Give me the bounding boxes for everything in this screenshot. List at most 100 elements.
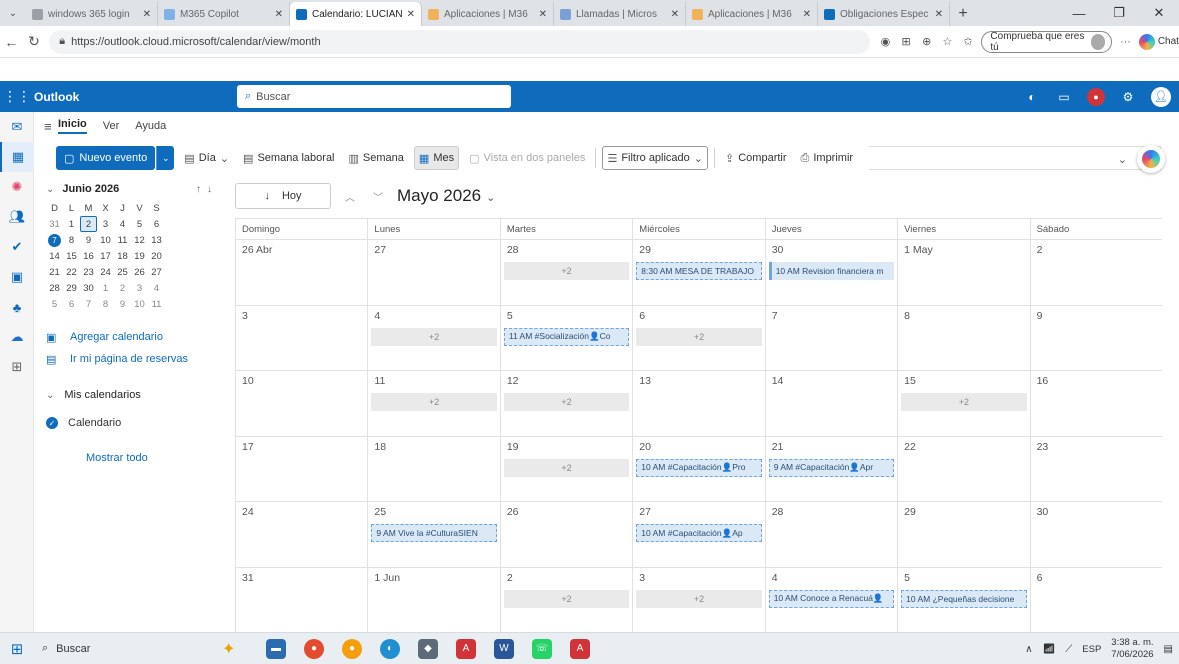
mini-day[interactable]: 17: [97, 248, 114, 264]
mini-day[interactable]: 7: [48, 233, 61, 247]
clock[interactable]: 3:38 a. m. 7/06/2026: [1111, 637, 1153, 661]
day-cell[interactable]: 27 10 AM #Capacitación👤Ap: [632, 502, 765, 568]
collapse-chevron-icon[interactable]: ⌄: [46, 184, 54, 195]
day-cell[interactable]: 11 +2: [367, 371, 500, 437]
day-cell[interactable]: 19 +2: [499, 436, 633, 502]
mini-day[interactable]: 18: [114, 248, 131, 264]
calendar-event[interactable]: 10 AM ¿Pequeñas decisione: [901, 589, 1027, 608]
more-events-button[interactable]: +2: [901, 393, 1027, 411]
more-events-button[interactable]: +2: [503, 262, 630, 280]
calendar-app-icon[interactable]: ▦: [0, 142, 34, 172]
calendar-list-item[interactable]: ✓ Calendario: [46, 412, 218, 434]
day-cell[interactable]: 18: [367, 436, 500, 502]
mini-day[interactable]: 6: [148, 216, 165, 232]
calendar-event[interactable]: 10 AM Conoce a Renacuá👤: [768, 589, 895, 608]
todo-check-icon[interactable]: ✔: [0, 232, 34, 262]
profile-button[interactable]: Comprueba que eres tú: [981, 30, 1113, 53]
mini-day[interactable]: 29: [63, 280, 80, 296]
more-apps-icon[interactable]: ⊞: [0, 352, 34, 382]
windows-start-icon[interactable]: ⊞: [0, 633, 34, 664]
mini-day[interactable]: 7: [80, 296, 97, 312]
mini-day[interactable]: 13: [148, 232, 165, 248]
search-input[interactable]: ⌕ Buscar: [237, 85, 511, 108]
day-cell[interactable]: 16: [1029, 371, 1162, 437]
mini-day[interactable]: 24: [97, 264, 114, 280]
day-cell[interactable]: 30: [1029, 502, 1162, 568]
day-cell[interactable]: 12 +2: [499, 371, 633, 437]
app-available-icon[interactable]: ⊞: [899, 34, 914, 50]
reading-view-icon[interactable]: ◉: [878, 34, 893, 50]
month-title[interactable]: Mayo 2026 ⌄: [397, 186, 495, 206]
mini-day[interactable]: 11: [114, 232, 131, 248]
tab-close-icon[interactable]: ✕: [671, 9, 679, 20]
day-cell[interactable]: 22: [897, 436, 1030, 502]
mini-day[interactable]: 2: [80, 216, 97, 232]
day-cell[interactable]: 13: [632, 371, 765, 437]
tab-ayuda[interactable]: Ayuda: [135, 120, 166, 132]
browser-tab[interactable]: Llamadas | Micros ✕: [554, 2, 686, 26]
more-events-button[interactable]: +2: [636, 327, 762, 346]
mini-day[interactable]: 1: [63, 216, 80, 232]
remote-desktop-icon[interactable]: ◆: [418, 638, 438, 659]
filter-button[interactable]: ☰ Filtro aplicado ⌄: [602, 146, 709, 170]
mini-day[interactable]: 3: [131, 280, 148, 296]
new-event-dropdown[interactable]: ⌄: [156, 146, 175, 170]
acrobat-icon[interactable]: A: [570, 638, 590, 659]
browser-tab[interactable]: windows 365 login ✕: [26, 2, 158, 26]
day-cell[interactable]: 4 +2: [367, 305, 500, 371]
mini-day[interactable]: 26: [131, 264, 148, 280]
day-cell[interactable]: 29 8:30 AM MESA DE TRABAJO: [632, 240, 765, 306]
browser-tab[interactable]: Aplicaciones | M36 ✕: [422, 2, 554, 26]
mini-day[interactable]: 25: [114, 264, 131, 280]
day-cell[interactable]: 3: [235, 305, 368, 371]
widgets-sparkle-icon[interactable]: ✦: [222, 639, 248, 659]
day-cell[interactable]: 15 +2: [897, 371, 1030, 437]
print-button[interactable]: ⎙ Imprimir: [797, 146, 858, 170]
tab-ver[interactable]: Ver: [103, 120, 120, 132]
restore-icon[interactable]: ❐: [1099, 0, 1139, 26]
day-cell[interactable]: 23: [1029, 436, 1162, 502]
mini-day[interactable]: 15: [63, 248, 80, 264]
day-cell[interactable]: 7: [764, 305, 898, 371]
mini-day[interactable]: 12: [131, 232, 148, 248]
back-arrow-icon[interactable]: ←: [0, 30, 23, 54]
day-cell[interactable]: 10: [235, 371, 368, 437]
input-indicator-icon[interactable]: ⟋: [1065, 644, 1072, 655]
more-events-button[interactable]: +2: [636, 589, 762, 608]
mini-calendar-title[interactable]: Junio 2026: [62, 183, 119, 195]
tray-chevron-up-icon[interactable]: ∧: [1025, 644, 1032, 655]
today-button[interactable]: ↓ Hoy: [235, 183, 331, 209]
word-icon[interactable]: W: [494, 638, 514, 659]
onedrive-icon[interactable]: ▣: [0, 262, 34, 292]
copilot-button[interactable]: [1137, 145, 1165, 173]
mini-day[interactable]: 5: [46, 296, 63, 312]
edge-icon[interactable]: ◐: [380, 638, 400, 659]
notifications-center-icon[interactable]: ▤: [1164, 644, 1173, 655]
day-cell[interactable]: 2 +2: [499, 567, 633, 633]
more-events-button[interactable]: +2: [371, 393, 497, 411]
outlook-brand[interactable]: Outlook: [34, 90, 234, 104]
day-cell[interactable]: 29: [897, 502, 1030, 568]
more-options-icon[interactable]: ···: [1118, 34, 1133, 50]
org-explorer-icon[interactable]: ♣: [0, 292, 34, 322]
tab-close-icon[interactable]: ✕: [407, 9, 415, 20]
new-event-button[interactable]: ▢ Nuevo evento: [56, 146, 156, 170]
mini-day[interactable]: 4: [148, 280, 165, 296]
tab-inicio[interactable]: Inicio: [58, 118, 87, 134]
mini-day[interactable]: 10: [97, 232, 114, 248]
day-cell[interactable]: 1 May: [897, 240, 1030, 306]
url-field[interactable]: 🔒︎ https://outlook.cloud.microsoft/calen…: [49, 29, 871, 54]
more-events-button[interactable]: +2: [371, 327, 497, 346]
ribbon-collapse-chevron-icon[interactable]: ⌄: [1118, 153, 1127, 166]
tab-close-icon[interactable]: ✕: [935, 9, 943, 20]
tab-close-icon[interactable]: ✕: [803, 9, 811, 20]
hamburger-menu-icon[interactable]: ≡: [44, 119, 52, 134]
calendar-event[interactable]: 10 AM #Capacitación👤Ap: [636, 524, 762, 542]
day-cell[interactable]: 2: [1029, 240, 1162, 306]
copilot-rail-icon[interactable]: ✺: [0, 172, 34, 202]
mini-day[interactable]: 9: [80, 232, 97, 248]
calendar-event[interactable]: 8:30 AM MESA DE TRABAJO: [636, 262, 762, 280]
acrobat-icon[interactable]: A: [456, 638, 476, 659]
meet-now-icon[interactable]: ◐: [1023, 88, 1041, 106]
calendar-event[interactable]: 10 AM Revision financiera m: [768, 262, 895, 280]
